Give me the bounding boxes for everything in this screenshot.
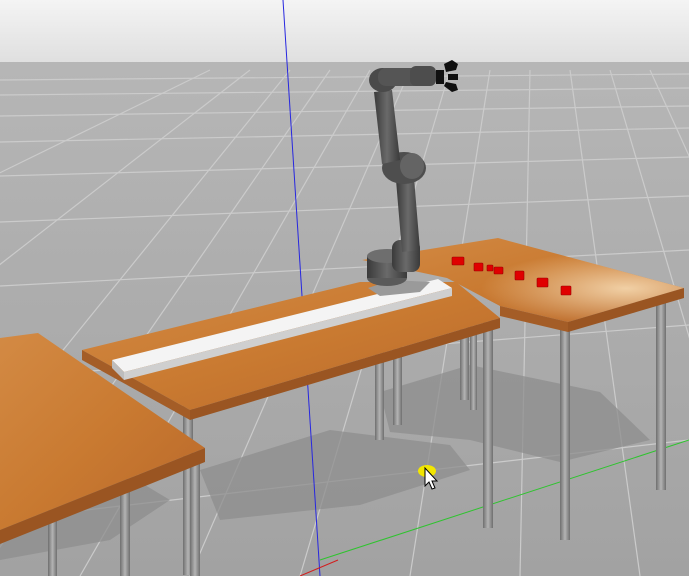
red-block [560, 285, 572, 296]
red-block [514, 270, 525, 281]
red-block [486, 264, 494, 272]
simulation-viewport[interactable] [0, 0, 689, 576]
red-block [473, 262, 484, 272]
red-block [493, 266, 504, 275]
sky [0, 0, 689, 66]
red-block [451, 256, 465, 266]
3d-scene[interactable] [0, 0, 689, 576]
red-block [536, 277, 549, 288]
